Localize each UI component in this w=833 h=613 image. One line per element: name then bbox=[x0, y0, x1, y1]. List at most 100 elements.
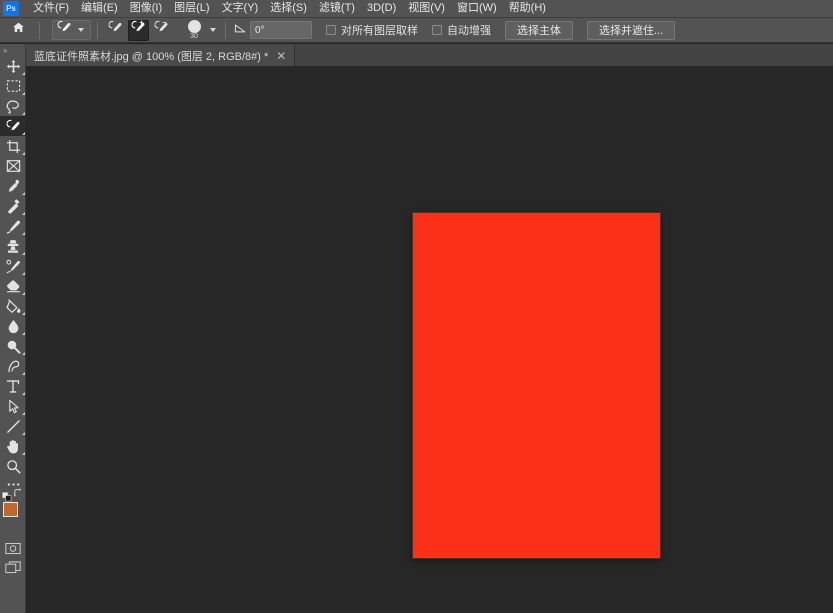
menu-filter[interactable]: 滤镜(T) bbox=[313, 0, 361, 17]
tool-blur[interactable] bbox=[0, 316, 26, 336]
menu-type[interactable]: 文字(Y) bbox=[216, 0, 265, 17]
tool-healing-brush[interactable] bbox=[0, 196, 26, 216]
menu-image[interactable]: 图像(I) bbox=[124, 0, 168, 17]
tools-panel: » bbox=[0, 44, 26, 613]
tool-flyout-indicator bbox=[21, 211, 25, 215]
home-button[interactable] bbox=[8, 20, 29, 41]
tool-clone-stamp[interactable] bbox=[0, 236, 26, 256]
quick-mask-icon bbox=[5, 542, 21, 555]
dodge-icon bbox=[6, 339, 21, 354]
tool-frame[interactable] bbox=[0, 156, 26, 176]
close-icon[interactable]: ✕ bbox=[274, 50, 288, 62]
pen-icon bbox=[6, 359, 21, 374]
menu-3d[interactable]: 3D(D) bbox=[361, 0, 402, 17]
document-canvas[interactable] bbox=[413, 213, 660, 558]
photoshop-logo-text: Ps bbox=[6, 3, 16, 13]
menu-file[interactable]: 文件(F) bbox=[27, 0, 75, 17]
tool-type[interactable] bbox=[0, 376, 26, 396]
crop-icon bbox=[6, 139, 21, 154]
tool-eraser[interactable] bbox=[0, 276, 26, 296]
menu-edit[interactable]: 编辑(E) bbox=[75, 0, 124, 17]
menu-help[interactable]: 帮助(H) bbox=[503, 0, 552, 17]
brush-picker-chevron-down-icon[interactable] bbox=[210, 28, 216, 32]
tool-dodge[interactable] bbox=[0, 336, 26, 356]
hand-icon bbox=[6, 439, 20, 454]
foreground-color-swatch[interactable] bbox=[3, 502, 18, 517]
healing-brush-icon bbox=[6, 198, 21, 214]
auto-enhance-label: 自动增强 bbox=[447, 25, 491, 37]
options-bar: 30 0° 对所有图层取样 自动增强 选择主体 选择并遮住... bbox=[0, 18, 833, 43]
selection-mode-new[interactable] bbox=[105, 20, 126, 41]
tool-flyout-indicator bbox=[21, 331, 25, 335]
menu-bar: Ps 文件(F) 编辑(E) 图像(I) 图层(L) 文字(Y) 选择(S) 滤… bbox=[0, 0, 833, 18]
photoshop-logo-icon[interactable]: Ps bbox=[3, 1, 19, 16]
select-subject-button[interactable]: 选择主体 bbox=[505, 20, 573, 40]
tool-pen[interactable] bbox=[0, 356, 26, 376]
tool-quick-selection[interactable] bbox=[0, 116, 26, 136]
frame-icon bbox=[6, 159, 21, 173]
lasso-icon bbox=[5, 99, 21, 114]
menu-window[interactable]: 窗口(W) bbox=[451, 0, 503, 17]
canvas-work-area[interactable] bbox=[26, 66, 833, 613]
brush-size-picker[interactable]: 30 bbox=[181, 19, 207, 41]
brush-preview-icon bbox=[187, 19, 201, 33]
tool-zoom[interactable] bbox=[0, 456, 26, 476]
sample-all-layers-checkbox[interactable]: 对所有图层取样 bbox=[326, 22, 418, 38]
tool-preset-picker[interactable] bbox=[52, 20, 91, 40]
tool-flyout-indicator bbox=[21, 291, 25, 295]
swap-colors-icon[interactable] bbox=[13, 488, 23, 498]
quick-selection-subtract-icon bbox=[153, 20, 170, 40]
options-separator-1 bbox=[39, 21, 40, 39]
tool-gradient[interactable] bbox=[0, 296, 26, 316]
path-selection-icon bbox=[7, 399, 20, 414]
tool-move[interactable] bbox=[0, 56, 26, 76]
screen-mode-button[interactable] bbox=[0, 558, 26, 578]
tool-flyout-indicator bbox=[21, 431, 25, 435]
tool-eyedropper[interactable] bbox=[0, 176, 26, 196]
tool-brush[interactable] bbox=[0, 216, 26, 236]
tool-rectangular-marquee[interactable] bbox=[0, 76, 26, 96]
menu-select[interactable]: 选择(S) bbox=[264, 0, 313, 17]
tool-hand[interactable] bbox=[0, 436, 26, 456]
menu-layer[interactable]: 图层(L) bbox=[168, 0, 215, 17]
tool-lasso[interactable] bbox=[0, 96, 26, 116]
tool-flyout-indicator bbox=[21, 371, 25, 375]
tool-flyout-indicator bbox=[21, 151, 25, 155]
color-swatches bbox=[0, 488, 26, 533]
tool-history-brush[interactable] bbox=[0, 256, 26, 276]
menu-view[interactable]: 视图(V) bbox=[402, 0, 451, 17]
quick-mask-button[interactable] bbox=[0, 538, 26, 558]
tool-flyout-indicator bbox=[21, 451, 25, 455]
ellipsis-icon bbox=[6, 482, 21, 487]
tool-flyout-indicator bbox=[21, 191, 25, 195]
marquee-icon bbox=[6, 79, 21, 93]
zoom-icon bbox=[6, 459, 21, 474]
tool-flyout-indicator bbox=[21, 111, 25, 115]
tool-flyout-indicator bbox=[21, 251, 25, 255]
line-shape-icon bbox=[6, 419, 21, 434]
document-tab[interactable]: 蓝底证件照素材.jpg @ 100% (图层 2, RGB/8#) * ✕ bbox=[26, 45, 296, 66]
tool-flyout-indicator bbox=[21, 271, 25, 275]
checkbox-box-icon bbox=[432, 25, 442, 35]
brush-icon bbox=[6, 219, 21, 234]
quick-selection-tool-icon bbox=[56, 20, 73, 40]
options-separator-3 bbox=[225, 21, 226, 39]
clone-stamp-icon bbox=[6, 239, 20, 254]
tool-path-selection[interactable] bbox=[0, 396, 26, 416]
tool-flyout-indicator bbox=[21, 131, 25, 135]
tool-flyout-indicator bbox=[21, 391, 25, 395]
tool-crop[interactable] bbox=[0, 136, 26, 156]
selection-mode-add[interactable] bbox=[128, 19, 149, 41]
tool-shape[interactable] bbox=[0, 416, 26, 436]
quick-selection-add-icon bbox=[130, 20, 147, 40]
default-colors-icon[interactable] bbox=[2, 489, 12, 502]
screen-mode-icon bbox=[5, 561, 21, 575]
select-and-mask-button[interactable]: 选择并遮住... bbox=[587, 20, 676, 40]
angle-input[interactable]: 0° bbox=[250, 21, 312, 39]
double-chevron-right-icon[interactable]: » bbox=[0, 44, 25, 56]
blur-droplet-icon bbox=[7, 319, 20, 334]
auto-enhance-checkbox[interactable]: 自动增强 bbox=[432, 22, 491, 38]
selection-mode-subtract[interactable] bbox=[151, 20, 172, 41]
chevron-down-icon bbox=[78, 28, 84, 32]
paint-bucket-icon bbox=[6, 298, 21, 314]
